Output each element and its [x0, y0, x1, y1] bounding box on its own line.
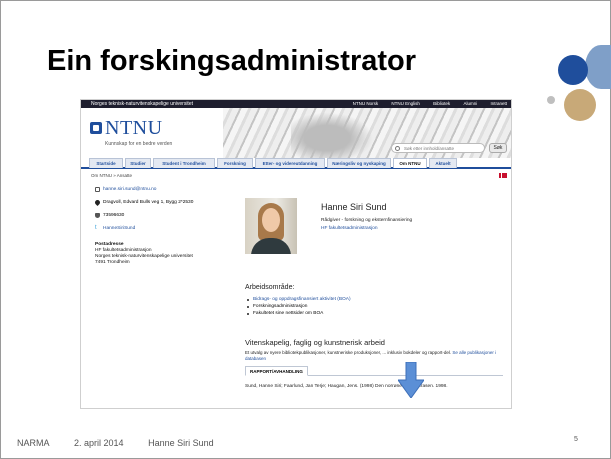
contact-phone-row: 73596630 [95, 212, 231, 225]
contact-column: hanne.siri.sund@ntnu.no Dragvoll, Edvard… [93, 186, 231, 266]
research-heading: Vitenskapelig, faglig og kunstnerisk arb… [245, 338, 385, 347]
contact-phone: 73596630 [103, 213, 125, 218]
profile-photo [245, 198, 297, 254]
decor-circle-blue [558, 55, 588, 85]
footer-org: NARMA [17, 438, 50, 448]
slide-number: 5 [574, 436, 578, 443]
embedded-web-screenshot: Norges teknisk-naturvitenskapelige unive… [80, 99, 512, 409]
contact-email[interactable]: hanne.siri.sund@ntnu.no [103, 187, 156, 192]
research-section: Vitenskapelig, faglig og kunstnerisk arb… [245, 338, 503, 389]
work-area-item: Forskningsadministrasjon [245, 303, 495, 310]
contact-email-row: hanne.siri.sund@ntnu.no [95, 186, 231, 199]
footer-author: Hanne Siri Sund [148, 438, 214, 448]
down-arrow-icon [398, 362, 424, 398]
tab-rapport-avhandling[interactable]: RAPPORT/AVHANDLING [245, 366, 308, 376]
postal-line: 7491 Trondheim [95, 260, 130, 265]
web-link-alumni[interactable]: Alumni [463, 101, 477, 106]
nav-tab-etter-og-videreutdanning[interactable]: Etter- og videreutdanning [255, 158, 325, 168]
work-area-list: Bidrags- og oppdragsfinansiert aktivitet… [245, 296, 495, 317]
person-unit[interactable]: HF fakultetsadministrasjon [321, 226, 501, 231]
location-pin-icon [93, 198, 102, 207]
decor-circle-light-blue [585, 45, 611, 89]
work-area-heading: Arbeidsområde: [245, 284, 295, 291]
ntnu-logo-word: NTNU [105, 117, 163, 139]
breadcrumb[interactable]: Om NTNU » Ansatte [91, 173, 132, 178]
search-icon [395, 146, 400, 151]
decor-circle-small [547, 96, 555, 104]
research-tabs: RAPPORT/AVHANDLING [245, 366, 503, 376]
phone-icon [95, 213, 100, 218]
research-citation: Sund, Hanne Siri; Faarlund, Jan Terje; H… [245, 384, 448, 389]
slide-footer: NARMA 2. april 2014 Hanne Siri Sund [17, 438, 236, 448]
work-area-section: Arbeidsområde: Bidrags- og oppdragsfinan… [245, 284, 495, 317]
ntnu-tagline: Kunnskap for en bedre verden [105, 141, 173, 147]
web-search-placeholder: Søk etter innhold/ansatte [404, 146, 455, 151]
nav-tab-startside[interactable]: Startside [89, 158, 123, 168]
research-intro-text: Et utvalg av nyere bibliotekpublikasjone… [245, 350, 452, 355]
ntnu-logo-icon [90, 122, 102, 134]
web-nav: Startside Studier Student i Trondheim Fo… [81, 158, 511, 169]
nav-tab-aktuelt[interactable]: Aktuelt [429, 158, 457, 168]
web-search-input[interactable]: Søk etter innhold/ansatte [391, 143, 485, 153]
contact-address: Dragvoll, Edvard Bulls veg 1, Bygg 2*253… [103, 200, 194, 205]
flag-icon[interactable] [499, 173, 507, 178]
web-university-name: Norges teknisk-naturvitenskapelige unive… [91, 101, 193, 107]
postal-address: Postadresse HF fakultetsadministrasjon N… [95, 242, 231, 266]
person-role: Rådgiver - forskning og eksternfinansier… [321, 218, 413, 223]
slide-title: Ein forskingsadministrator [47, 45, 417, 77]
web-topbar: Norges teknisk-naturvitenskapelige unive… [81, 100, 511, 108]
web-link-norsk[interactable]: NTNU Norsk [353, 101, 379, 106]
decor-circle-tan [564, 89, 596, 121]
contact-address-row: Dragvoll, Edvard Bulls veg 1, Bygg 2*253… [93, 198, 231, 212]
work-area-item: Fakultetet sine nettsider om BOA [245, 310, 495, 317]
nav-tab-forskning[interactable]: Forskning [217, 158, 253, 168]
web-link-bibliotek[interactable]: Bibliotek [433, 101, 450, 106]
web-header: NTNU Kunnskap for en bedre verden Søk et… [81, 108, 511, 158]
research-intro: Et utvalg av nyere bibliotekpublikasjone… [245, 350, 503, 362]
nav-tab-naeringsliv[interactable]: Næringsliv og nyskaping [327, 158, 391, 168]
slide: Ein forskingsadministrator Norges teknis… [0, 0, 611, 459]
envelope-icon [95, 187, 100, 192]
ntnu-logo[interactable]: NTNU [90, 118, 163, 138]
web-link-intranett[interactable]: Intranett [490, 101, 507, 106]
contact-twitter[interactable]: HanneSiriSund [103, 226, 135, 231]
twitter-icon: t [95, 225, 97, 231]
header-decor-shade [291, 108, 381, 158]
person-info: Hanne Siri Sund Rådgiver - forskning og … [321, 202, 501, 231]
contact-twitter-row: t HanneSiriSund [95, 225, 231, 238]
nav-tab-om-ntnu[interactable]: Om NTNU [393, 158, 427, 168]
web-link-english[interactable]: NTNU English [391, 101, 420, 106]
web-search-button[interactable]: Søk [489, 143, 507, 153]
nav-tab-student-i-trondheim[interactable]: Student i Trondheim [153, 158, 215, 168]
web-topbar-links: NTNU Norsk NTNU English Bibliotek Alumni… [341, 101, 507, 106]
footer-date: 2. april 2014 [74, 438, 124, 448]
nav-tab-studier[interactable]: Studier [125, 158, 151, 168]
work-area-item[interactable]: Bidrags- og oppdragsfinansiert aktivitet… [245, 296, 495, 303]
person-name: Hanne Siri Sund [321, 202, 387, 212]
